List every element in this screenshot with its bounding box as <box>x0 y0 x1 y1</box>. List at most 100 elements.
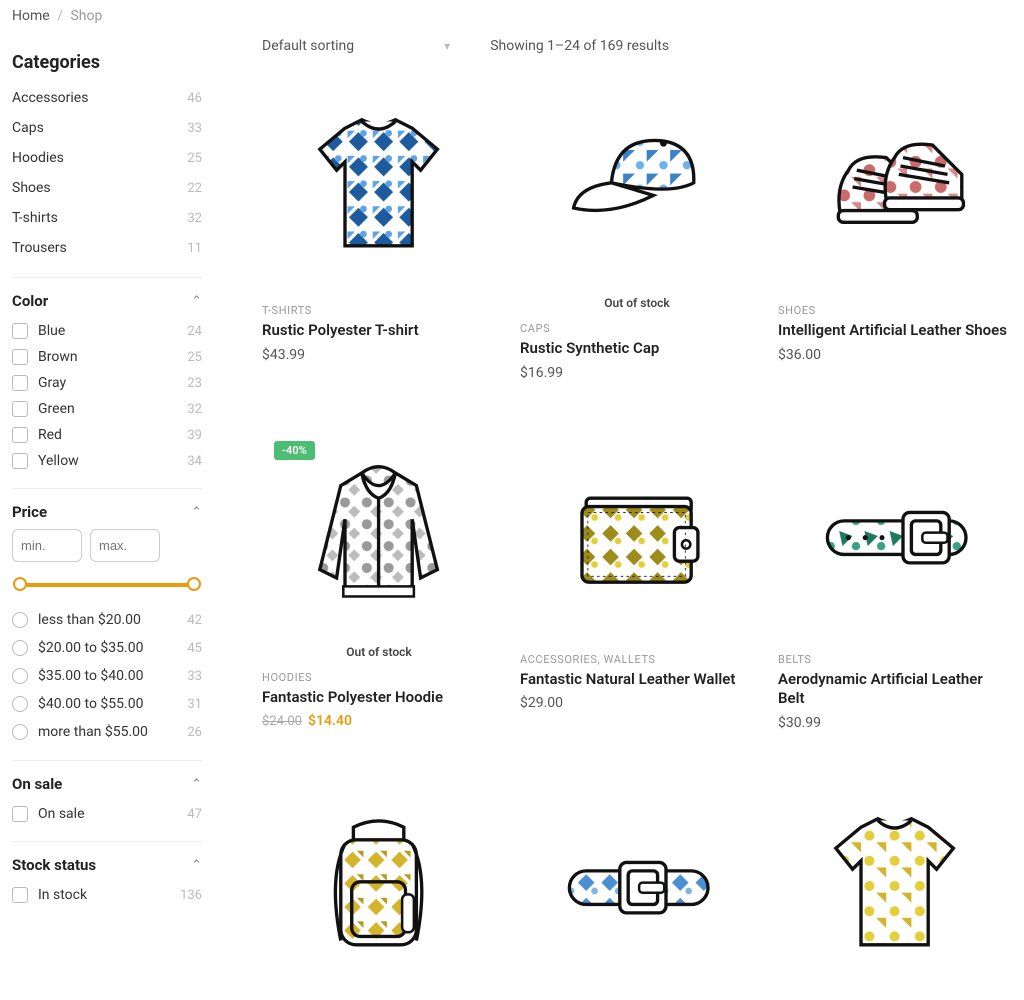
price-range-count: 33 <box>187 669 202 684</box>
category-count: 22 <box>187 181 202 196</box>
checkbox-icon <box>12 887 28 903</box>
product-card[interactable]: ACCESSORIES, WALLETS Fantastic Natural L… <box>520 431 754 731</box>
product-card[interactable] <box>262 781 496 991</box>
shoes-icon <box>801 103 988 271</box>
product-image <box>520 781 754 991</box>
product-price: $30.99 <box>778 715 1012 731</box>
color-option[interactable]: Gray23 <box>12 370 202 396</box>
product-name: Rustic Synthetic Cap <box>520 339 754 359</box>
category-label: Hoodies <box>12 150 64 166</box>
slider-handle-min[interactable] <box>13 577 27 591</box>
price-max-input[interactable] <box>90 529 160 562</box>
product-image <box>262 82 496 292</box>
checkbox-icon <box>12 323 28 339</box>
price-filter-header[interactable]: Price ⌃ <box>12 503 202 521</box>
color-option[interactable]: Brown25 <box>12 344 202 370</box>
color-filter-header[interactable]: Color ⌃ <box>12 292 202 310</box>
radio-icon <box>12 724 28 740</box>
category-item[interactable]: Caps33 <box>12 113 202 143</box>
product-image <box>778 82 1012 292</box>
product-card[interactable]: BELTS Aerodynamic Artificial Leather Bel… <box>778 431 1012 731</box>
category-item[interactable]: Trousers11 <box>12 233 202 263</box>
color-label: Blue <box>38 323 187 339</box>
category-item[interactable]: Shoes22 <box>12 173 202 203</box>
color-title: Color <box>12 292 48 310</box>
product-name: Rustic Polyester T-shirt <box>262 321 496 341</box>
price-range-count: 26 <box>187 725 202 740</box>
category-count: 25 <box>187 151 202 166</box>
category-label: T-shirts <box>12 210 58 226</box>
wallet-icon <box>543 452 730 620</box>
onsale-filter-header[interactable]: On sale ⌃ <box>12 775 202 793</box>
breadcrumb: Home / Shop <box>12 8 1012 24</box>
product-name: Aerodynamic Artificial Leather Belt <box>778 670 1012 709</box>
category-item[interactable]: T-shirts32 <box>12 203 202 233</box>
belt-icon <box>801 452 988 620</box>
product-card[interactable]: SHOES Intelligent Artificial Leather Sho… <box>778 82 1012 381</box>
category-label: Accessories <box>12 90 88 106</box>
price-range-option[interactable]: $35.00 to $40.0033 <box>12 662 202 690</box>
category-item[interactable]: Accessories46 <box>12 83 202 113</box>
color-count: 32 <box>187 402 202 417</box>
product-image <box>778 431 1012 641</box>
categories-title: Categories <box>12 52 202 73</box>
product-category: ACCESSORIES, WALLETS <box>520 653 754 666</box>
product-name: Fantastic Natural Leather Wallet <box>520 670 754 690</box>
chevron-up-icon: ⌃ <box>191 777 202 792</box>
color-filter: Color ⌃ Blue24 Brown25 Gray23 Green32 Re… <box>12 277 202 474</box>
price-range-label: less than $20.00 <box>38 612 187 628</box>
product-price: $43.99 <box>262 347 496 363</box>
price-range-label: $20.00 to $35.00 <box>38 640 187 656</box>
sort-dropdown[interactable]: Default sorting ▾ <box>262 38 450 54</box>
results-text: Showing 1–24 of 169 results <box>490 38 669 54</box>
checkbox-icon <box>12 453 28 469</box>
stock-title: Stock status <box>12 856 96 874</box>
price-min-input[interactable] <box>12 529 82 562</box>
color-option[interactable]: Yellow34 <box>12 448 202 474</box>
checkbox-icon <box>12 401 28 417</box>
checkbox-icon <box>12 375 28 391</box>
tshirt-icon <box>285 103 472 271</box>
color-count: 25 <box>187 350 202 365</box>
product-category: HOODIES <box>262 671 496 684</box>
product-image <box>520 431 754 641</box>
breadcrumb-home[interactable]: Home <box>12 8 50 24</box>
price-slider[interactable] <box>20 582 194 588</box>
product-image <box>262 781 496 991</box>
product-card[interactable]: Out of stock CAPS Rustic Synthetic Cap $… <box>520 82 754 381</box>
color-count: 34 <box>187 454 202 469</box>
price-range-option[interactable]: $20.00 to $35.0045 <box>12 634 202 662</box>
price-range-label: $35.00 to $40.00 <box>38 668 187 684</box>
color-label: Brown <box>38 349 187 365</box>
product-card[interactable]: -40% Out of stock HOODIES Fantastic Poly… <box>262 431 496 731</box>
onsale-label: On sale <box>38 806 187 822</box>
radio-icon <box>12 668 28 684</box>
price-range-option[interactable]: less than $20.0042 <box>12 606 202 634</box>
color-label: Yellow <box>38 453 187 469</box>
color-option[interactable]: Blue24 <box>12 318 202 344</box>
belt-icon <box>543 802 730 970</box>
price-range-option[interactable]: $40.00 to $55.0031 <box>12 690 202 718</box>
color-option[interactable]: Green32 <box>12 396 202 422</box>
product-card[interactable] <box>520 781 754 991</box>
category-item[interactable]: Hoodies 25 <box>12 143 202 173</box>
color-count: 23 <box>187 376 202 391</box>
product-card[interactable] <box>778 781 1012 991</box>
product-card[interactable]: T-SHIRTS Rustic Polyester T-shirt $43.99 <box>262 82 496 381</box>
breadcrumb-current: Shop <box>70 8 102 24</box>
color-option[interactable]: Red39 <box>12 422 202 448</box>
stock-filter-header[interactable]: Stock status ⌃ <box>12 856 202 874</box>
slider-handle-max[interactable] <box>187 577 201 591</box>
onsale-option[interactable]: On sale47 <box>12 801 202 827</box>
slider-fill <box>20 583 194 587</box>
out-of-stock-label: Out of stock <box>520 296 754 310</box>
price-title: Price <box>12 503 47 521</box>
tshirt-icon <box>801 802 988 970</box>
onsale-title: On sale <box>12 775 62 793</box>
checkbox-icon <box>12 427 28 443</box>
radio-icon <box>12 612 28 628</box>
sale-price: $14.40 <box>308 713 352 729</box>
sort-label: Default sorting <box>262 38 354 54</box>
price-range-option[interactable]: more than $55.0026 <box>12 718 202 746</box>
stock-option[interactable]: In stock136 <box>12 882 202 908</box>
